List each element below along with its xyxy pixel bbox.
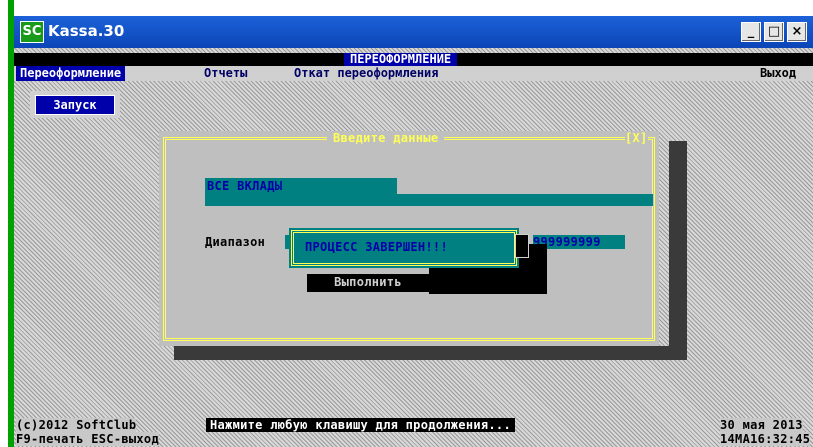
message-box: ПРОЦЕСС ЗАВЕРШЕН!!! (289, 228, 529, 268)
dialog-shadow (669, 141, 687, 356)
status-prompt: Нажмите любую клавишу для продолжения... (206, 418, 515, 432)
message-ok-button[interactable] (515, 234, 529, 258)
dialog-close-button[interactable]: [X] (625, 131, 648, 145)
dialog-shadow-bottom (174, 346, 687, 360)
app-window: SC Kassa.30 _ □ × ПЕРЕОФОРМЛЕНИЕ Переофо… (14, 16, 813, 447)
title-bar: SC Kassa.30 _ □ × (14, 16, 813, 48)
status-date: 30 мая 2013 (720, 418, 803, 432)
menu-reports[interactable]: Отчеты (200, 66, 251, 81)
field-underline (205, 194, 653, 206)
deposit-field[interactable]: ВСЕ ВКЛАДЫ (205, 178, 397, 194)
menu-pereoformlenie[interactable]: Переоформление (16, 66, 126, 81)
close-button[interactable]: × (787, 22, 807, 42)
range-label: Диапазон (205, 235, 266, 249)
window-title: Kassa.30 (48, 22, 125, 40)
run-button-panel: Запуск (30, 91, 120, 118)
copyright-text: (c)2012 SoftClub (16, 418, 137, 432)
app-logo-icon: SC (20, 21, 44, 43)
left-edge (0, 0, 14, 447)
menu-exit[interactable]: Выход (756, 66, 800, 81)
dialog-title: Введите данные (327, 131, 445, 145)
menu-rollback[interactable]: Откат переоформления (290, 66, 443, 81)
message-text: ПРОЦЕСС ЗАВЕРШЕН!!! (305, 240, 448, 254)
execute-button[interactable]: Выполнить (307, 274, 429, 290)
status-time: 14MA16:32:45 (720, 432, 811, 446)
header-row: ПЕРЕОФОРМЛЕНИЕ (14, 53, 813, 66)
maximize-button[interactable]: □ (764, 22, 784, 42)
menu-bar: Переоформление Отчеты Откат переоформлен… (14, 66, 813, 81)
minimize-button[interactable]: _ (741, 22, 761, 42)
hotkeys-text: F9-печать ESC-выход (16, 432, 159, 446)
status-bar: (c)2012 SoftClub Нажмите любую клавишу д… (14, 417, 813, 447)
dos-screen: ПЕРЕОФОРМЛЕНИЕ Переоформление Отчеты Отк… (14, 48, 813, 447)
screen-caption: ПЕРЕОФОРМЛЕНИЕ (344, 53, 458, 66)
run-button[interactable]: Запуск (35, 95, 115, 115)
input-dialog: Введите данные [X] ВСЕ ВКЛАДЫ Диапазон 9… (159, 131, 659, 346)
